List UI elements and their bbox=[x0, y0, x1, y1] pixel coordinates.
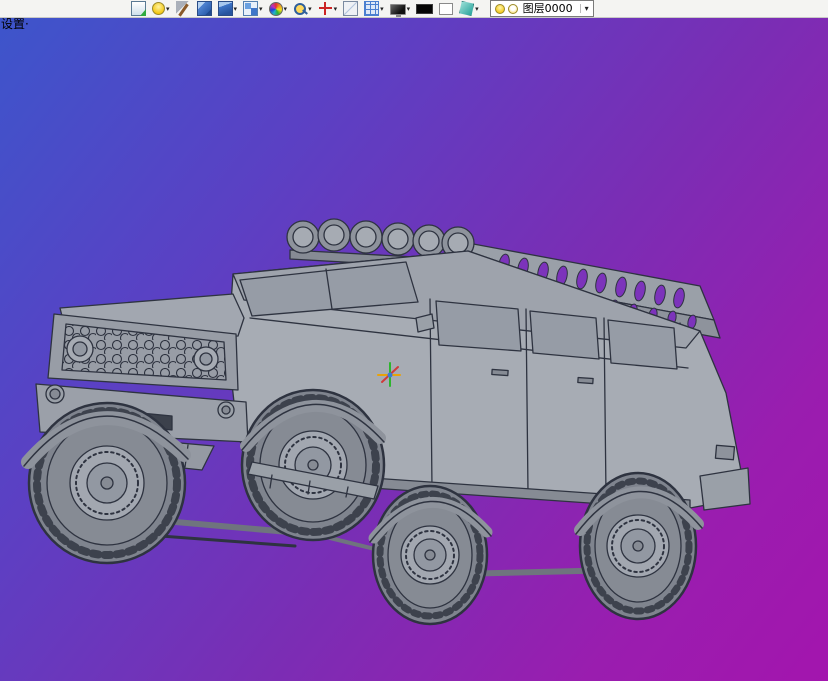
grid-icon bbox=[364, 1, 380, 16]
surface-icon bbox=[459, 1, 475, 16]
display-mode-button[interactable]: ▾ bbox=[387, 0, 414, 17]
3d-viewport[interactable]: 设置· bbox=[0, 18, 828, 681]
crosshair-icon bbox=[318, 1, 333, 16]
paste-icon bbox=[131, 1, 146, 16]
color-wheel-icon bbox=[268, 1, 283, 16]
white-swatch-icon bbox=[439, 2, 454, 15]
chevron-down-icon[interactable]: ▾ bbox=[166, 5, 170, 13]
material-tool-button[interactable] bbox=[173, 0, 194, 17]
monitor-icon bbox=[389, 3, 406, 17]
black-swatch-button[interactable] bbox=[413, 0, 436, 17]
layer-name-label: 图层0000 bbox=[522, 2, 573, 15]
axe-icon bbox=[175, 1, 191, 16]
chevron-down-icon[interactable]: ▾ bbox=[334, 5, 338, 13]
wheel-front-left bbox=[27, 401, 187, 565]
chassis-axles bbox=[118, 511, 626, 578]
model-canvas[interactable] bbox=[0, 18, 828, 681]
sketch-plane-button[interactable] bbox=[340, 0, 361, 17]
surface-shade-button[interactable]: ▾ bbox=[456, 0, 482, 17]
boxes-icon bbox=[243, 1, 259, 16]
solid-cube-button[interactable] bbox=[194, 0, 215, 17]
layer-light-bulb-icon[interactable] bbox=[507, 3, 518, 14]
render-button[interactable]: ▾ bbox=[149, 0, 173, 17]
black-swatch-icon bbox=[416, 3, 434, 14]
box-icon bbox=[217, 1, 233, 16]
color-wheel-button[interactable]: ▾ bbox=[266, 0, 291, 17]
sketch-icon bbox=[343, 1, 359, 16]
zoom-button[interactable]: ▾ bbox=[290, 0, 315, 17]
paste-special-button[interactable] bbox=[128, 0, 149, 17]
layer-control[interactable]: 图层0000 ▾ bbox=[489, 0, 594, 17]
chevron-down-icon[interactable]: ▾ bbox=[284, 5, 288, 13]
grid-snap-button[interactable]: ▾ bbox=[361, 0, 387, 17]
chevron-down-icon[interactable]: ▾ bbox=[234, 5, 238, 13]
chevron-down-icon[interactable]: ▾ bbox=[259, 5, 263, 13]
magnifier-icon bbox=[293, 2, 307, 16]
suv-model[interactable] bbox=[21, 218, 751, 626]
assembly-button[interactable]: ▾ bbox=[240, 0, 266, 17]
chevron-down-icon[interactable]: ▾ bbox=[407, 5, 411, 13]
cube-icon bbox=[196, 1, 212, 16]
layer-visibility-bulb-icon[interactable] bbox=[494, 3, 505, 14]
toolbar: ▾ ▾ ▾ ▾ ▾ ▾ ▾ ▾ ▾ 图层0000 ▾ bbox=[0, 0, 828, 18]
settings-label: 设置· bbox=[1, 18, 29, 31]
target-point-button[interactable]: ▾ bbox=[315, 0, 341, 17]
chevron-down-icon[interactable]: ▾ bbox=[308, 5, 312, 13]
solid-box-button[interactable]: ▾ bbox=[215, 0, 241, 17]
lightbulb-icon bbox=[152, 2, 165, 15]
chevron-down-icon[interactable]: ▾ bbox=[579, 4, 589, 13]
chevron-down-icon[interactable]: ▾ bbox=[380, 5, 384, 13]
white-swatch-button[interactable] bbox=[436, 0, 456, 17]
chevron-down-icon[interactable]: ▾ bbox=[475, 5, 479, 13]
